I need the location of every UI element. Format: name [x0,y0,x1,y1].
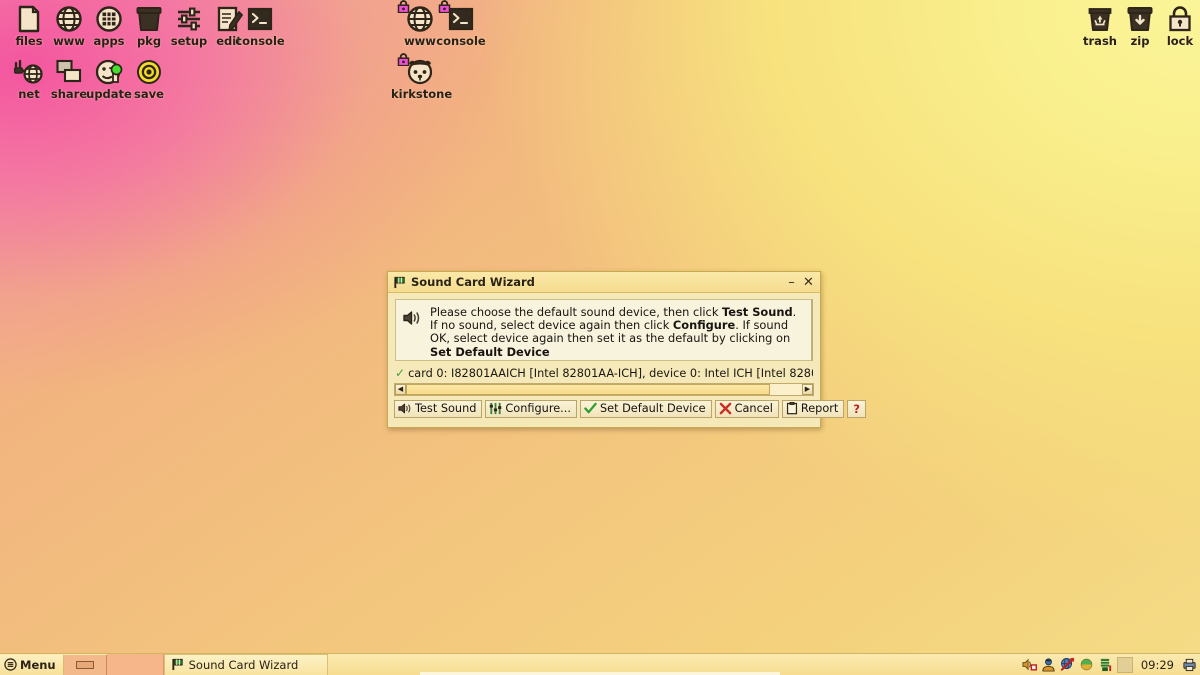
padlock-icon [1151,4,1200,34]
target-rings-icon [120,57,178,87]
desktop-icon-label: kirkstone [391,87,453,101]
padlock-badge-icon [397,0,410,13]
speaker-muted-icon[interactable] [1022,657,1037,672]
mixer-sliders-icon [490,402,502,415]
scroll-left-arrow[interactable]: ◀ [395,384,406,395]
desktop-icon-label: save [134,87,164,101]
desktop-icon-console-secure[interactable]: console [432,0,490,48]
desktop-icon-label: console [436,34,486,48]
sound-card-wizard-dialog[interactable]: Sound Card Wizard – ✕ Please choose the … [387,271,866,428]
taskbar-separator [106,653,164,675]
printer-icon[interactable] [1182,657,1197,672]
tray-empty-slot [1116,656,1133,673]
scroll-right-arrow[interactable]: ▶ [802,384,813,395]
speaker-icon [398,403,411,414]
flag-icon [394,276,405,288]
button-label: Cancel [734,402,773,415]
button-label: Test Sound [415,402,477,415]
red-x-icon [719,402,731,415]
desktop-icon-save[interactable]: save [120,57,178,101]
system-tray: 09:29 [1019,654,1200,675]
show-desktop-button[interactable] [63,654,107,675]
speaker-icon [402,306,428,360]
help-button[interactable]: ? [847,400,866,418]
network-disabled-icon[interactable] [1060,657,1075,672]
menu-button[interactable]: Menu [0,654,64,675]
color-ball-icon[interactable] [1079,657,1094,672]
scrollbar-track[interactable] [406,384,802,395]
cancel-button[interactable]: Cancel [714,400,779,418]
dialog-title: Sound Card Wizard [411,275,535,289]
show-desktop-icon [75,660,94,669]
task-sound-card-wizard[interactable]: Sound Card Wizard [163,653,328,675]
message-panel: Please choose the default sound device, … [395,299,813,361]
scrollbar-thumb[interactable] [406,384,771,395]
padlock-badge-icon [438,0,451,13]
green-check-icon: ✓ [395,366,406,380]
user-icon[interactable] [1041,657,1056,672]
terminal-icon [231,4,289,34]
terminal-icon [432,0,490,34]
desktop-icon-kirkstone-secure[interactable]: kirkstone [391,53,453,101]
device-label: card 0: I82801AAICH [Intel 82801AA-ICH],… [408,366,813,380]
button-label: Report [800,402,839,415]
dog-face-icon [391,53,449,87]
menu-circle-icon [4,658,17,671]
green-check-icon [584,402,597,414]
disk-gauge-icon[interactable] [1098,657,1113,672]
menu-label: Menu [20,657,56,672]
desktop-icon-label: lock [1166,34,1194,48]
padlock-badge-icon [397,53,410,66]
desktop-icon-label: console [235,34,285,48]
report-button[interactable]: Report [781,400,845,418]
clipboard-icon [786,402,797,415]
dialog-titlebar[interactable]: Sound Card Wizard – ✕ [388,272,820,293]
test-sound-button[interactable]: Test Sound [394,400,483,418]
device-list-item[interactable]: ✓ card 0: I82801AAICH [Intel 82801AA-ICH… [395,365,813,381]
message-text: Please choose the default sound device, … [430,305,797,359]
configure-button[interactable]: Configure... [485,400,577,418]
button-label: Set Default Device [599,402,706,415]
task-label: Sound Card Wizard [188,657,299,672]
desktop-icon-console[interactable]: console [231,4,289,48]
desktop: files www apps pkg setup edit console ne… [0,0,1200,675]
desktop-icon-lock[interactable]: lock [1151,4,1200,48]
flag-icon [172,658,183,671]
horizontal-scrollbar[interactable]: ◀ ▶ [394,383,814,396]
button-label: Configure... [505,402,571,415]
set-default-device-button[interactable]: Set Default Device [579,400,712,418]
minimize-button[interactable]: – [783,274,800,291]
close-button[interactable]: ✕ [800,274,817,291]
dialog-button-row: Test Sound Configure... Set Default Devi… [394,400,866,418]
clock[interactable]: 09:29 [1137,658,1178,672]
